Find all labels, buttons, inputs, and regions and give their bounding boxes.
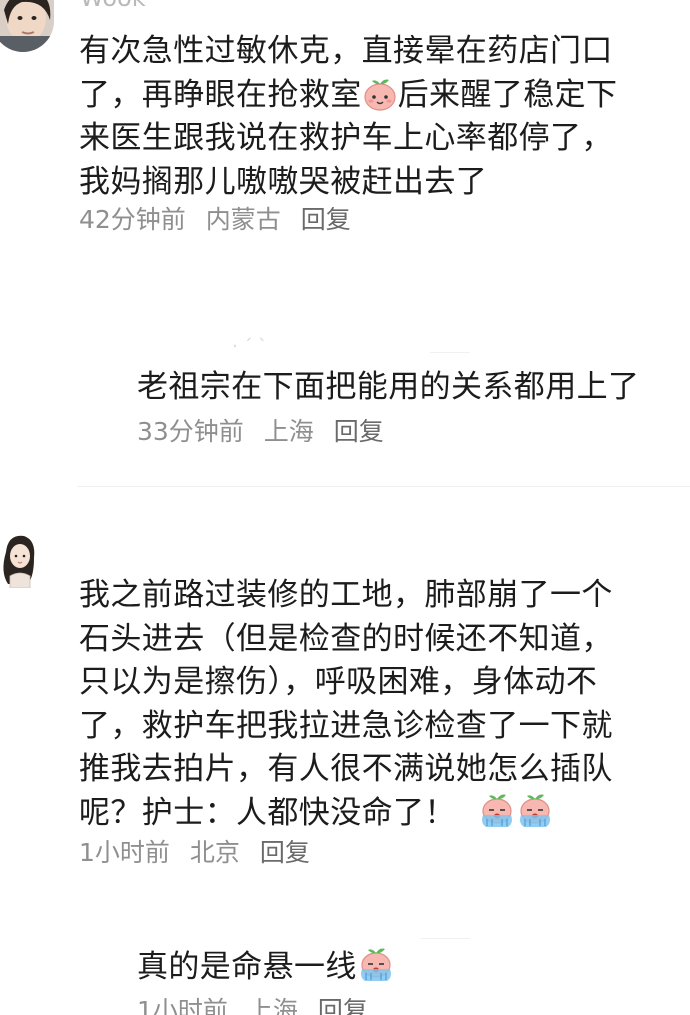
comment-line: 只以为是擦伤），呼吸困难，身体动不 [79,664,598,700]
crying-peach-icon [516,793,554,842]
divider [430,352,470,353]
comment-text: 我之前路过装修的工地，肺部崩了一个 石头进去（但是检查的时候还不知道， 只以为是… [79,574,613,835]
comment-location: 北京 [189,838,240,867]
comment-line-part: 后来醒了稳定下 [397,76,618,113]
comment-line: 我妈搁那儿嗷嗷哭被赶出去了 [79,163,488,200]
comment-meta: 33分钟前 上海 回复 [137,417,396,447]
comment-line: 了，救护车把我拉进急诊检查了一下就 [79,707,613,744]
reply-button[interactable]: 回复 [260,838,310,868]
comment-meta: 42分钟前 内蒙古 回复 [79,205,363,235]
faded-fragment: · ˊ ˋ [232,336,268,357]
username[interactable]: Wook [80,0,146,10]
comment-meta: 1小时前 上海 回复 [137,996,380,1015]
comment-line: 有次急性过敏休克，直接晕在药店门口 [79,33,613,69]
comment-meta: 1小时前 北京 回复 [79,838,322,868]
comment-text: 有次急性过敏休克，直接晕在药店门口 了，再睁眼在抢救室 后来醒了稳定下 来医生跟我… [79,30,617,204]
comment-line: 了，再睁眼在抢救室 后来醒了稳定下 [79,74,617,118]
reply-comment-text: 老祖宗在下面把能用的关系都用上了 [137,369,640,405]
comment-line-part: 呢？护士：人都快没命了！ [79,794,456,831]
reply-button[interactable]: 回复 [301,205,351,235]
reply-button[interactable]: 回复 [318,996,368,1015]
avatar[interactable] [0,0,54,52]
comment-line: 我之前路过装修的工地，肺部崩了一个 [79,577,613,613]
comment-location: 上海 [247,996,298,1015]
divider [420,938,470,939]
comment-line-part: 了，再睁眼在抢救室 [79,76,362,113]
divider [78,486,690,487]
crying-peach-icon [478,793,516,842]
comment-location: 上海 [263,417,314,446]
comment-line-part: 真的是命悬一线 [137,949,357,985]
comment-line: 石头进去（但是检查的时候还不知道， [79,620,613,657]
crying-peach-icon [357,947,395,996]
comment-time: 1小时前 [79,838,170,867]
comment-location: 内蒙古 [205,205,281,234]
comment-line: 来医生跟我说在救护车上心率都停了， [79,120,613,156]
comment-line: 呢？护士：人都快没命了！ [79,792,613,836]
avatar-image [0,532,42,588]
comment-time: 42分钟前 [79,205,186,234]
reply-comment-text: 真的是命悬一线 [137,946,395,996]
avatar[interactable] [0,532,42,588]
comment-time: 1小时前 [137,996,228,1015]
comment-time: 33分钟前 [137,417,244,446]
comment-feed: Wook 有次急性过敏休克，直接晕在药店门口 了，再睁眼在抢救室后来醒了稳定下 … [0,0,690,1015]
reply-button[interactable]: 回复 [334,417,384,447]
avatar-image [0,0,54,52]
comment-line: 推我去拍片，有人很不满说她怎么插队 [79,751,613,787]
